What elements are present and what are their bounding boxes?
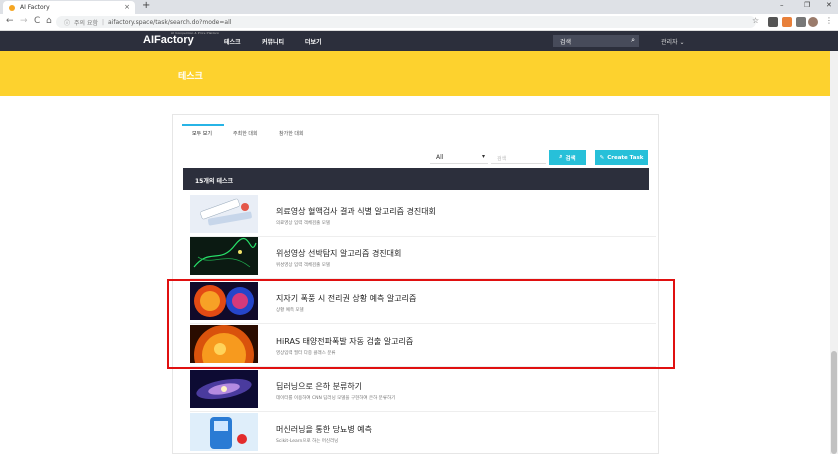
maximize-button[interactable]: ❐ [804,1,810,9]
reload-icon[interactable]: C [34,16,40,26]
create-task-button[interactable]: ✎ Create Task [595,150,648,165]
tab-hosted[interactable]: 주최한 대회 [233,130,258,137]
tab-title: AI Factory [20,4,50,11]
favicon-icon [9,4,15,11]
menu-more[interactable]: 더보기 [305,37,322,46]
home-icon[interactable]: ⌂ [46,16,52,26]
scrollbar[interactable] [830,51,838,454]
task-title[interactable]: 위성영상 선박탐지 알고리즘 경진대회 [276,248,401,259]
search-button[interactable]: ⌕ 검색 [549,150,586,165]
extension-icon[interactable] [782,17,792,27]
task-row[interactable]: 딥러닝으로 은하 분류하기 데이터를 이용하여 CNN 딥러닝 모델을 구현하여… [190,370,656,412]
browser-tabstrip: AI Factory × + – ❐ ✕ [0,0,838,14]
task-title[interactable]: 의료영상 혈액검사 결과 식별 알고리즘 경진대회 [276,206,436,217]
url-field[interactable]: ⓘ 주의 요함 | aifactory.space/task/search.do… [56,16,756,28]
glucose-thumbnail [190,413,258,451]
browser-tab[interactable]: AI Factory × [3,1,135,14]
search-icon: ⌕ [559,154,563,160]
logo-tagline: AI Competition & Prize Platform [171,31,220,35]
task-subtitle: 의료영상 입력 객체검출 모델 [276,221,330,226]
search-icon[interactable]: ⌕ [631,36,635,45]
menu-community[interactable]: 커뮤니티 [262,37,284,46]
task-subtitle: 데이터를 이용하여 CNN 딥러닝 모델을 구현하여 은하 분류하기 [276,396,396,401]
chevron-down-icon: ▾ [481,153,485,160]
keyword-input[interactable]: 검색 [491,150,546,164]
menu-task[interactable]: 테스크 [224,37,241,46]
task-subtitle: Scikit-Learn으로 하는 머신러닝 [276,439,339,444]
task-title[interactable]: 딥러닝으로 은하 분류하기 [276,381,362,392]
task-title[interactable]: 머신러닝을 통한 당뇨병 예측 [276,424,372,435]
site-search-input[interactable]: 검색 ⌕ [553,35,639,47]
galaxy-thumbnail [190,370,258,408]
address-bar-row: ← → C ⌂ ⓘ 주의 요함 | aifactory.space/task/s… [0,14,838,31]
extension-icon[interactable] [768,17,778,27]
bookmark-star-icon[interactable]: ☆ [752,16,759,25]
more-menu-icon[interactable]: ⋮ [825,16,833,25]
minimize-button[interactable]: – [780,1,784,9]
active-tab-indicator [182,124,224,126]
admin-menu[interactable]: 관리자 ⌄ [661,37,685,46]
site-header: AIFactory AI Competition & Prize Platfor… [0,31,838,51]
tab-all[interactable]: 모두 보기 [192,130,212,137]
task-row[interactable]: 위성영상 선박탐지 알고리즘 경진대회 위성영상 입력 객체검출 모델 [190,237,656,279]
puzzle-icon[interactable] [796,17,806,27]
scrollbar-thumb[interactable] [831,351,837,454]
tab-joined[interactable]: 참가한 대회 [279,130,304,137]
close-window-button[interactable]: ✕ [826,1,832,9]
security-label: 주의 요함 [74,19,99,27]
close-tab-icon[interactable]: × [124,3,130,11]
satellite-thumbnail [190,237,258,275]
task-row[interactable]: 의료영상 혈액검사 결과 식별 알고리즘 경진대회 의료영상 입력 객체검출 모… [190,195,656,237]
new-tab-button[interactable]: + [142,0,150,11]
info-icon[interactable]: ⓘ [64,18,70,27]
page-title: 테스크 [178,72,203,82]
highlight-box [167,279,675,369]
site-logo[interactable]: AIFactory AI Competition & Prize Platfor… [143,31,219,46]
task-row[interactable]: 머신러닝을 통한 당뇨병 예측 Scikit-Learn으로 하는 머신러닝 [190,413,656,454]
forward-icon[interactable]: → [20,16,28,26]
lab-thumbnail [190,195,258,233]
back-icon[interactable]: ← [6,16,14,26]
filter-select[interactable]: All ▾ [430,150,488,164]
task-subtitle: 위성영상 입력 객체검출 모델 [276,263,330,268]
edit-icon: ✎ [599,154,605,161]
profile-avatar[interactable] [808,17,818,27]
url-text: aifactory.space/task/search.do?mode=all [108,18,232,26]
page-banner: 테스크 [0,51,830,96]
task-count-bar: 15개의 테스크 [183,168,649,190]
